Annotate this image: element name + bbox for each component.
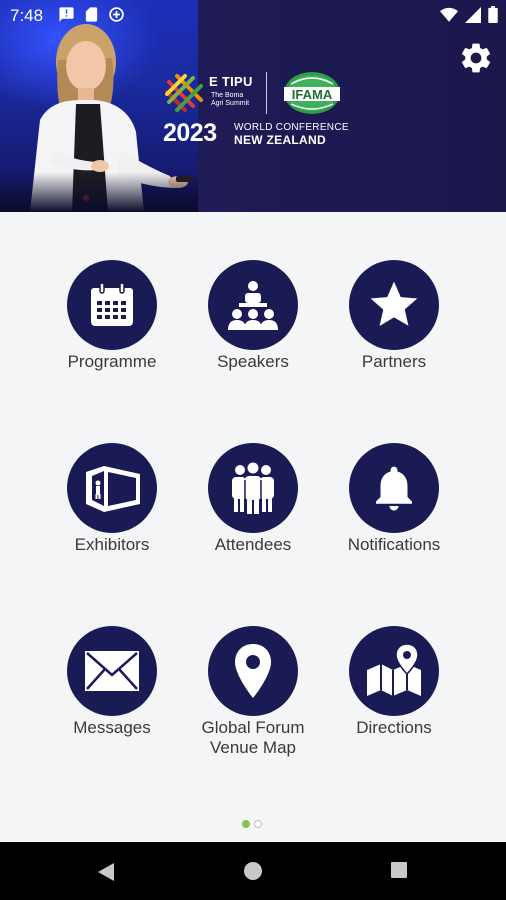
tile-label: Messages bbox=[73, 718, 151, 737]
directions-circle[interactable] bbox=[349, 626, 439, 716]
etipu-title: E TIPU bbox=[209, 74, 253, 89]
header-banner: E TIPU The Boma Agri Summit IFAMA 2023 W… bbox=[0, 0, 506, 212]
gear-icon[interactable] bbox=[458, 40, 494, 76]
logo-divider bbox=[266, 72, 267, 114]
tile-programme[interactable]: Programme bbox=[37, 260, 187, 372]
sim-card-icon bbox=[85, 7, 98, 22]
etipu-logo-icon bbox=[165, 74, 203, 112]
clock: 7:48 bbox=[10, 6, 44, 25]
tile-partners[interactable]: Partners bbox=[319, 260, 469, 372]
status-bar: 7:48 bbox=[0, 0, 506, 30]
event-logos: E TIPU The Boma Agri Summit IFAMA 2023 W… bbox=[163, 70, 353, 150]
tile-venue-map[interactable]: Global Forum Venue Map bbox=[178, 626, 328, 758]
envelope-icon bbox=[85, 651, 139, 691]
star-icon bbox=[370, 281, 418, 326]
map-directions-icon bbox=[367, 643, 421, 696]
tile-label: Speakers bbox=[217, 352, 289, 371]
system-nav-bar bbox=[0, 842, 506, 900]
conference-title-line2: NEW ZEALAND bbox=[234, 133, 326, 147]
data-saver-icon bbox=[109, 7, 124, 22]
back-icon[interactable] bbox=[96, 861, 116, 883]
people-group-icon bbox=[232, 462, 274, 514]
partners-circle[interactable] bbox=[349, 260, 439, 350]
pager-dot[interactable] bbox=[254, 820, 262, 828]
exhibitor-booth-icon bbox=[86, 466, 140, 512]
tile-label: Exhibitors bbox=[74, 535, 150, 554]
page-indicator bbox=[242, 820, 262, 828]
ifama-logo-icon: IFAMA bbox=[284, 72, 340, 114]
map-pin-icon bbox=[235, 644, 271, 698]
recents-icon[interactable] bbox=[390, 861, 408, 879]
event-year: 2023 bbox=[163, 119, 217, 147]
notifications-circle[interactable] bbox=[349, 443, 439, 533]
tile-label: Global Forum Venue Map bbox=[201, 718, 305, 757]
etipu-subtitle: The Boma Agri Summit bbox=[211, 92, 250, 107]
tile-attendees[interactable]: Attendees bbox=[178, 443, 328, 555]
ifama-label: IFAMA bbox=[292, 87, 333, 102]
tile-speakers[interactable]: Speakers bbox=[178, 260, 328, 372]
pager-dot-active[interactable] bbox=[242, 820, 250, 828]
tile-label: Notifications bbox=[347, 535, 441, 554]
tile-label: Programme bbox=[67, 352, 157, 371]
tile-notifications[interactable]: Notifications bbox=[319, 443, 469, 555]
conference-title-line1: WORLD CONFERENCE bbox=[234, 122, 349, 133]
exhibitors-circle[interactable] bbox=[67, 443, 157, 533]
wifi-icon bbox=[440, 7, 458, 22]
message-icon bbox=[59, 7, 74, 22]
home-icon[interactable] bbox=[243, 861, 263, 881]
tile-messages[interactable]: Messages bbox=[37, 626, 187, 738]
signal-icon bbox=[465, 6, 481, 23]
attendees-circle[interactable] bbox=[208, 443, 298, 533]
tile-label: Directions bbox=[356, 718, 432, 737]
messages-circle[interactable] bbox=[67, 626, 157, 716]
tile-exhibitors[interactable]: Exhibitors bbox=[37, 443, 187, 555]
speakers-circle[interactable] bbox=[208, 260, 298, 350]
tile-label: Attendees bbox=[214, 535, 292, 554]
battery-icon bbox=[488, 6, 498, 23]
calendar-icon bbox=[91, 282, 133, 326]
programme-circle[interactable] bbox=[67, 260, 157, 350]
speakers-icon bbox=[228, 281, 278, 330]
venue-map-circle[interactable] bbox=[208, 626, 298, 716]
bell-icon bbox=[376, 466, 412, 511]
tile-label: Partners bbox=[361, 352, 427, 371]
tile-directions[interactable]: Directions bbox=[319, 626, 469, 738]
